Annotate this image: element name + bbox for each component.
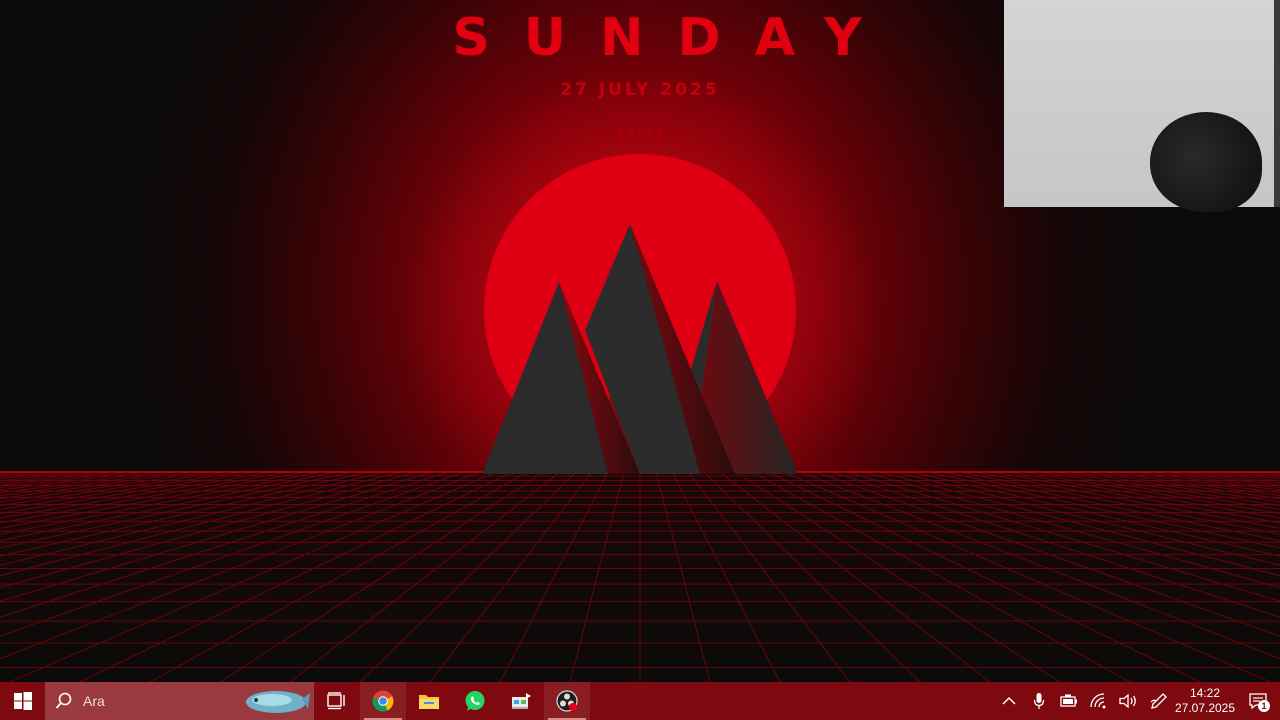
chevron-up-icon [1002, 696, 1016, 705]
task-view-icon [327, 692, 345, 710]
action-center-button[interactable]: 1 [1236, 682, 1280, 720]
chrome-icon [372, 690, 394, 712]
notification-badge: 1 [1258, 700, 1270, 712]
microphone-button[interactable] [1024, 682, 1054, 720]
battery-icon [1060, 694, 1077, 707]
folder-icon [419, 695, 439, 709]
clock-date: 27.07.2025 [1174, 701, 1236, 715]
volume-icon [1119, 693, 1136, 709]
system-tray: 14:22 27.07.2025 1 [994, 682, 1280, 720]
clock-time: 14:22 [1189, 686, 1221, 700]
pen-icon [1150, 693, 1167, 709]
network-button[interactable] [1084, 682, 1114, 720]
taskbar-clock[interactable]: 14:22 27.07.2025 [1174, 686, 1236, 716]
task-view-button[interactable] [314, 682, 360, 720]
whatsapp-icon [465, 691, 485, 711]
whatsapp-button[interactable] [452, 682, 498, 720]
obs-button[interactable] [544, 682, 590, 720]
file-explorer-button[interactable] [406, 682, 452, 720]
webcam-person [1150, 112, 1262, 212]
store-icon [512, 693, 531, 709]
search-highlight-icon [246, 691, 310, 713]
taskbar: Ara 14:22 27.07.2025 1 [0, 682, 1280, 720]
chrome-button[interactable] [360, 682, 406, 720]
search-icon [55, 692, 72, 709]
battery-button[interactable] [1054, 682, 1084, 720]
windows-logo-icon [13, 692, 32, 710]
show-hidden-icons-button[interactable] [994, 682, 1024, 720]
search-box[interactable]: Ara [45, 682, 314, 720]
obs-icon [556, 690, 578, 712]
volume-button[interactable] [1114, 682, 1144, 720]
microphone-icon [1033, 693, 1045, 709]
start-button[interactable] [0, 682, 45, 720]
search-placeholder: Ara [83, 693, 105, 709]
desktop-wallpaper: SUNDAY 27 JULY 2025 14:22 [0, 0, 1280, 682]
pen-button[interactable] [1144, 682, 1174, 720]
store-button[interactable] [498, 682, 544, 720]
wifi-icon [1090, 693, 1106, 709]
